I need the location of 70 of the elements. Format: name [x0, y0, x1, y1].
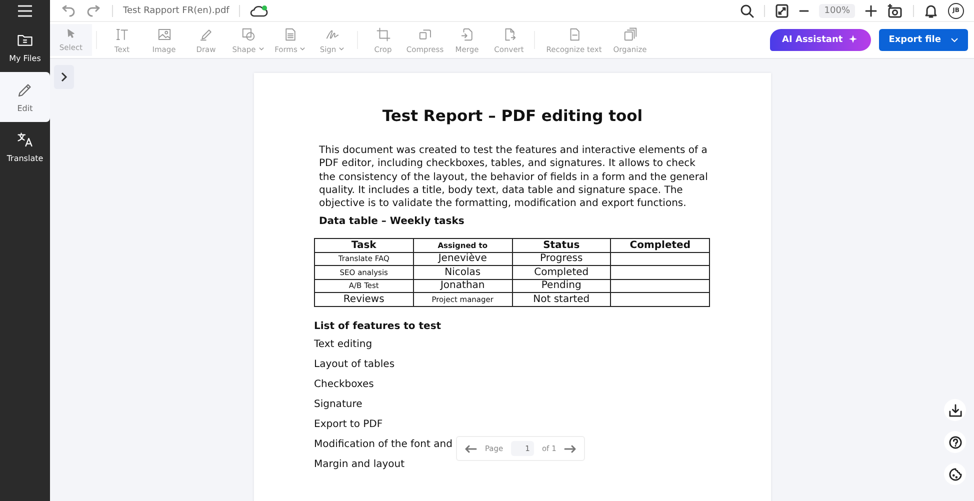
camera-button[interactable]	[887, 4, 903, 18]
shape-icon	[240, 26, 256, 42]
camera-icon	[887, 4, 903, 18]
table-cell: Jeneviève	[413, 252, 512, 266]
help-button[interactable]	[944, 431, 966, 453]
image-icon	[156, 26, 172, 42]
sidebar-item[interactable]: Translate	[0, 122, 50, 172]
feature-list-item: Layout of tables	[314, 358, 395, 372]
feature-list-item: Export to PDF	[314, 418, 383, 432]
cookie-icon	[948, 468, 962, 480]
table-cell: Pending	[512, 279, 611, 293]
file-name: Test Rapport FR(en).pdf	[123, 6, 230, 16]
table-cell: Nicolas	[413, 266, 512, 280]
export-file-button[interactable]: Export file	[878, 29, 968, 51]
document-title: Test Report – PDF editing tool	[381, 107, 644, 125]
sidebar-item[interactable]: My Files	[0, 22, 50, 72]
download-button[interactable]	[944, 399, 966, 421]
compress-icon	[418, 26, 432, 42]
zoom-level-field[interactable]: 100%	[819, 4, 855, 18]
table-cell: Completed	[512, 266, 611, 280]
cookie-button[interactable]	[944, 463, 966, 485]
next-page-button[interactable]	[564, 444, 576, 452]
column-header: Status	[512, 238, 611, 252]
crop-icon	[376, 26, 390, 42]
feature-list-item: Signature	[314, 398, 362, 412]
right-arrow-icon	[564, 444, 576, 452]
column-header: Completed	[610, 238, 710, 252]
table-heading: Data table – Weekly tasks	[319, 216, 466, 228]
pen-icon	[198, 26, 214, 42]
plus-icon	[865, 4, 877, 16]
text-icon	[114, 26, 130, 42]
feature-list-item: Margin and layout	[314, 458, 405, 472]
chevron-right-icon	[60, 72, 68, 82]
undo-button[interactable]	[60, 4, 76, 16]
undo-icon	[60, 4, 76, 16]
expand-panel-button[interactable]	[54, 65, 74, 89]
table-cell: Not started	[512, 292, 611, 306]
expand-icon	[775, 4, 790, 18]
redo-icon	[86, 4, 102, 16]
merge-icon	[460, 26, 474, 42]
table-cell: Reviews	[314, 292, 414, 306]
left-arrow-icon	[465, 444, 477, 452]
previous-page-button[interactable]	[465, 444, 477, 452]
bell-icon	[924, 4, 938, 18]
menu-icon[interactable]	[18, 5, 32, 17]
notification-bell-button[interactable]	[924, 4, 938, 18]
feature-list-item: Text editing	[314, 338, 372, 352]
form-icon	[282, 26, 298, 42]
cursor-icon	[65, 28, 77, 40]
column-header: Task	[314, 238, 414, 252]
table-cell: Progress	[512, 252, 611, 266]
feature-list-item: Checkboxes	[314, 378, 374, 392]
search-icon	[740, 4, 754, 18]
list-heading: List of features to test	[314, 320, 442, 332]
table-cell: Jonathan	[413, 279, 512, 293]
zoom-in-button[interactable]	[865, 4, 877, 16]
organize-icon	[622, 26, 638, 42]
sparkle-icon	[848, 35, 859, 45]
translate-icon	[16, 131, 34, 149]
search-button[interactable]	[740, 4, 754, 18]
redo-button[interactable]	[86, 4, 102, 16]
ai-assistant-button[interactable]: AI Assistant	[770, 29, 871, 51]
fit-page-button[interactable]	[775, 4, 790, 18]
cloud-icon	[250, 4, 268, 18]
sidebar-item[interactable]: Edit	[0, 72, 50, 122]
intro-paragraph: This document was created to test the features and interactive elements of a PDF editor, including checkboxes, tables, and signatures. It allows to check the consistency of the layout, the behavior of fields in a form and the general quality. It includes a title, body text, data table and signature space. The objective is to validate the formatting, modification and export functions.	[319, 144, 709, 210]
download-icon	[948, 404, 962, 416]
caret-icon	[951, 38, 958, 42]
feature-list-item: Modification of the font and	[314, 438, 452, 452]
help-icon	[948, 436, 962, 448]
